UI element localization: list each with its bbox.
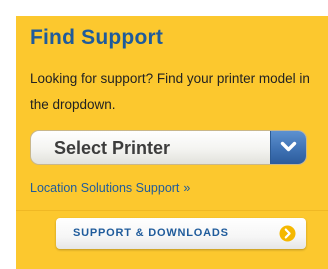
dropdown-toggle-button[interactable] <box>270 131 306 164</box>
panel-description: Looking for support? Find your printer m… <box>30 71 310 112</box>
printer-select-value: Select Printer <box>54 138 171 158</box>
arrow-circle-right-icon <box>279 225 296 242</box>
chevron-down-icon <box>280 141 297 152</box>
support-downloads-label: SUPPORT & DOWNLOADS <box>73 227 229 239</box>
find-support-panel: Find Support Looking for support? Find y… <box>16 16 328 269</box>
divider <box>16 210 328 211</box>
printer-select-dropdown[interactable]: Select Printer <box>30 130 307 165</box>
panel-title: Find Support <box>30 26 164 49</box>
location-solutions-support-link[interactable]: Location Solutions Support» <box>30 181 190 195</box>
location-link-label: Location Solutions Support <box>30 181 180 195</box>
support-downloads-button[interactable]: SUPPORT & DOWNLOADS <box>56 218 306 249</box>
double-chevron-right-icon: » <box>183 181 191 195</box>
